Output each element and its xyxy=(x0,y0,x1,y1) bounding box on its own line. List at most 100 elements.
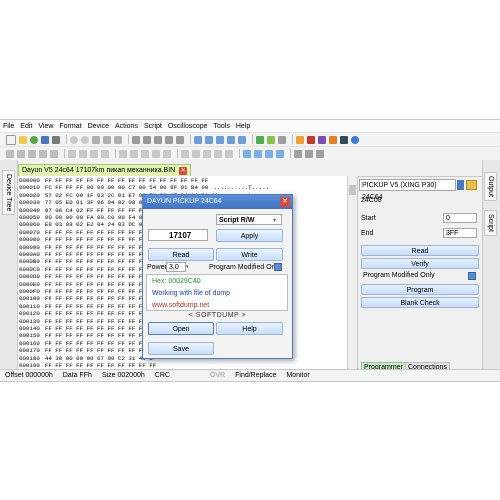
menu-script[interactable]: Script xyxy=(141,123,165,130)
step-icon[interactable] xyxy=(305,149,313,158)
hex-bytes[interactable]: FF FF FF FF FF FF FF FF FF FF FF xyxy=(45,340,156,347)
tab-script[interactable]: Script xyxy=(484,210,497,236)
pen-icon[interactable] xyxy=(17,149,25,158)
hex-bytes[interactable]: FF FF FF FF FF FF FF FF FF FF FF xyxy=(45,258,156,265)
chevron-down-icon[interactable] xyxy=(457,180,464,190)
menu-format[interactable]: Format xyxy=(56,123,84,130)
save-icon[interactable] xyxy=(41,135,49,144)
menu-view[interactable]: View xyxy=(35,123,56,130)
hex-bytes[interactable]: FF FF FF FF FF FF FF FF FF FF FF xyxy=(45,251,156,258)
help-button[interactable]: Help xyxy=(216,322,283,335)
hex-bytes[interactable]: FF FF FF FF FF FF FF FF FF FF FF xyxy=(45,303,156,310)
tab-output[interactable]: Output xyxy=(484,172,497,202)
menu-device[interactable]: Device xyxy=(85,123,112,130)
scrollbar-thumb[interactable] xyxy=(349,185,356,195)
bookmark-icon[interactable] xyxy=(141,149,149,158)
goto-icon[interactable] xyxy=(143,135,151,144)
hex-row[interactable]: 0000F0 FF FF FF FF FF FF FF FF FF FF FF xyxy=(19,288,161,295)
hex-row[interactable]: 000180 44 30 00 00 00 67 00 C2 31 43 0 xyxy=(19,355,158,362)
blank-check-button[interactable]: Blank Check xyxy=(361,297,479,308)
hex-row[interactable]: 0000D0 FF FF FF FF FF FF FF FF FF FF FF xyxy=(19,273,161,280)
grid-view-icon[interactable] xyxy=(254,149,262,158)
hex-bytes[interactable]: FF FF FF FF FF FF FF FF FF FF FF xyxy=(45,310,156,317)
hex-bytes[interactable]: FF FF FF FF FF FF FF FF FF FF FF xyxy=(45,244,156,251)
apply-button[interactable]: Apply xyxy=(216,229,283,242)
menu-tools[interactable]: Tools xyxy=(211,123,233,130)
hex-row[interactable]: 000080 FF FF FF FF FF FF FF FF FF FF FF xyxy=(19,236,161,243)
read-button[interactable]: Read xyxy=(148,248,214,261)
copy-icon[interactable] xyxy=(103,135,111,144)
print-icon[interactable] xyxy=(52,135,60,144)
go-last-icon[interactable] xyxy=(101,149,109,158)
hex-view-icon[interactable] xyxy=(265,149,273,158)
hex-bytes[interactable]: FF FF FF FF FF FF FF FF FF FF FF xyxy=(45,229,156,236)
hex-bytes[interactable]: FF FF FF FF FF FF FF FF FF FF FF xyxy=(45,273,156,280)
paste-icon[interactable] xyxy=(114,135,122,144)
hex-row[interactable]: 000120 FF FF FF FF FF FF FF FF FF FF FF xyxy=(19,310,161,317)
hex-row[interactable]: 0000A0 FF FF FF FF FF FF FF FF FF FF FF xyxy=(19,251,161,258)
tab-device-tree[interactable]: Device Tree xyxy=(2,170,15,216)
refresh-icon[interactable] xyxy=(30,135,38,144)
close-icon[interactable]: ✕ xyxy=(179,166,188,175)
hex-row[interactable]: 000050 00 00 00 00 FA 00 C0 00 F4 01 5 xyxy=(19,214,158,221)
redo-icon[interactable] xyxy=(81,135,89,144)
erase-chip-icon[interactable] xyxy=(227,135,235,144)
script-icon[interactable] xyxy=(296,135,304,144)
hex-row[interactable]: 000030 77 05 E0 01 3F 06 04 02 08 07 54 xyxy=(19,199,161,206)
program-chip-icon[interactable] xyxy=(216,135,224,144)
split-view-icon[interactable] xyxy=(243,149,251,158)
convert-icon[interactable] xyxy=(192,149,200,158)
verify-button[interactable]: Verify xyxy=(361,258,479,269)
go-next-icon[interactable] xyxy=(90,149,98,158)
cut-icon[interactable] xyxy=(92,135,100,144)
program-modified-checkbox[interactable] xyxy=(274,263,282,271)
hex-row[interactable]: 000060 E8 03 88 02 E2 04 24 03 DC 05 C xyxy=(19,221,158,228)
program-modified-checkbox[interactable] xyxy=(468,272,476,280)
hex-bytes[interactable]: 44 30 00 00 00 67 00 C2 31 43 0 xyxy=(45,355,153,362)
text-view-icon[interactable] xyxy=(276,149,284,158)
hex-bytes[interactable]: FF FF FF FF FF FF FF FF FF FF FF xyxy=(45,236,156,243)
hex-bytes[interactable]: FF FF FF FF FF FF FF FF FF FF FF xyxy=(45,288,156,295)
menu-actions[interactable]: Actions xyxy=(112,123,141,130)
hex-row[interactable]: 000090 FF FF FF FF FF FF FF FF FF FF FF xyxy=(19,244,161,251)
tree-icon[interactable] xyxy=(340,135,348,144)
program-button[interactable]: Program xyxy=(361,284,479,295)
verify-chip-icon[interactable] xyxy=(205,135,213,144)
write-button[interactable]: Write xyxy=(216,248,283,261)
hex-bytes[interactable]: FF FF FF FF FF FF FF FF FF FF FF xyxy=(45,332,156,339)
hex-row[interactable]: 000040 97 06 C4 02 FF FF FF FF FF FF FF xyxy=(19,207,161,214)
vertical-scrollbar[interactable] xyxy=(347,176,357,369)
end-field[interactable]: 3FF xyxy=(443,228,477,238)
fill-icon[interactable] xyxy=(154,135,162,144)
open-folder-icon[interactable] xyxy=(466,180,477,190)
start-field[interactable]: 0 xyxy=(443,213,477,223)
wrench-icon[interactable] xyxy=(39,149,47,158)
hex-bytes[interactable]: 97 06 C4 02 FF FF FF FF FF FF FF xyxy=(45,207,156,214)
hex-bytes[interactable]: FF FF FF FF FF FF FF FF FF FF FF FF FF F… xyxy=(45,177,209,184)
hex-row[interactable]: 000160 FF FF FF FF FF FF FF FF FF FF FF xyxy=(19,340,161,347)
hex-row[interactable]: 000000 FF FF FF FF FF FF FF FF FF FF FF F… xyxy=(19,177,213,184)
device-icon[interactable] xyxy=(256,135,264,144)
compare-icon[interactable] xyxy=(152,149,160,158)
hex-bytes[interactable]: E8 03 88 02 E2 04 24 03 DC 05 C xyxy=(45,221,153,228)
hex-bytes[interactable]: FF FF FF FF FF FF FF FF FF FF FF xyxy=(45,281,156,288)
hex-bytes[interactable]: 00 00 00 00 FA 00 C0 00 F4 01 5 xyxy=(45,214,153,221)
go-first-icon[interactable] xyxy=(68,149,76,158)
hex-row[interactable]: 000190 FF FF FF FF FF FF FF FF FF FF FF xyxy=(19,362,161,369)
device-select[interactable]: PICKUP V5 (XING P30) 24C64 xyxy=(359,179,456,201)
help-icon[interactable] xyxy=(351,135,359,144)
chevron-down-icon[interactable]: ▾ xyxy=(273,217,276,224)
open-button[interactable]: Open xyxy=(148,322,214,335)
hex-row[interactable]: 000170 FF FF FF FF FF FF FF FF FF FF FF xyxy=(19,347,161,354)
select-all-icon[interactable] xyxy=(165,135,173,144)
hex-bytes[interactable]: FF FF FF FF FF FF FF FF FF FF FF xyxy=(45,362,156,369)
read-button[interactable]: Read xyxy=(361,245,479,256)
block-icon[interactable] xyxy=(176,135,184,144)
hex-bytes[interactable]: FF FF FF FF FF FF FF FF FF FF FF xyxy=(45,347,156,354)
menu-edit[interactable]: Edit xyxy=(17,123,35,130)
calculator-icon[interactable] xyxy=(278,135,286,144)
settings-icon[interactable] xyxy=(307,135,315,144)
zoom-in-icon[interactable] xyxy=(119,149,127,158)
close-icon[interactable]: ✕ xyxy=(280,197,290,207)
hex-bytes[interactable]: FC FF FF FF 00 00 00 00 C7 00 54 00 8F 0… xyxy=(45,184,209,191)
